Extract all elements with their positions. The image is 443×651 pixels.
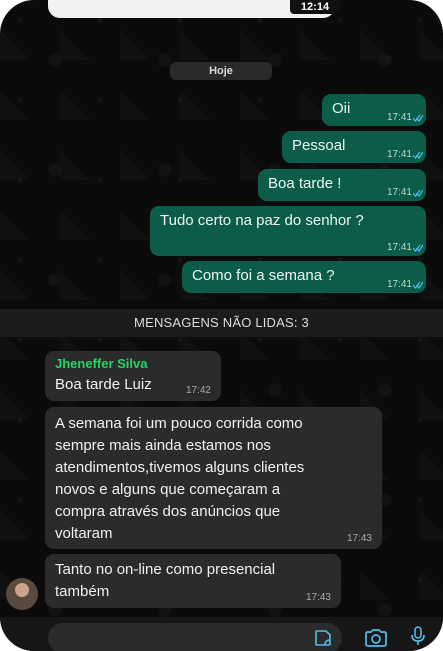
- message-time: 17:41: [386, 242, 412, 253]
- microphone-icon[interactable]: [410, 626, 426, 646]
- avatar[interactable]: [6, 578, 38, 610]
- sticker-icon[interactable]: [314, 629, 332, 647]
- message-text: Tudo certo na paz do senhor ?: [160, 212, 364, 229]
- double-check-icon: [413, 189, 423, 197]
- double-check-icon: [413, 281, 423, 289]
- sender-name: Jheneffer Silva: [55, 356, 148, 371]
- message-line: voltaram: [55, 525, 113, 542]
- incoming-message[interactable]: A semana foi um pouco corrida como sempr…: [45, 407, 382, 549]
- message-time: 17:43: [305, 592, 331, 603]
- message-line: atendimentos,tivemos alguns clientes: [55, 459, 305, 476]
- message-time: 17:41: [386, 187, 412, 198]
- double-check-icon: [413, 244, 423, 252]
- message-text: Pessoal: [292, 137, 346, 154]
- double-check-icon: [413, 114, 423, 122]
- message-line: novos e alguns que começaram a: [55, 481, 281, 498]
- message-text: Tanto no on-line como presencial também: [55, 559, 275, 603]
- message-text: Boa tarde Luiz: [55, 376, 152, 393]
- message-line: também: [55, 583, 110, 600]
- incoming-message[interactable]: Tanto no on-line como presencial também …: [45, 554, 341, 608]
- message-line: A semana foi um pouco corrida como: [55, 415, 303, 432]
- message-text: Boa tarde !: [268, 175, 342, 192]
- camera-icon[interactable]: [364, 628, 388, 648]
- message-time: 17:41: [386, 279, 412, 290]
- outgoing-message[interactable]: Como foi a semana ? 17:41: [182, 261, 426, 293]
- message-input[interactable]: [48, 623, 342, 651]
- outgoing-message[interactable]: Tudo certo na paz do senhor ? 17:41: [150, 206, 426, 256]
- incoming-message[interactable]: Jheneffer Silva Boa tarde Luiz 17:42: [45, 351, 221, 401]
- message-line: compra através dos anúncios que: [55, 503, 281, 520]
- outgoing-message[interactable]: Oii 17:41: [322, 94, 426, 126]
- date-divider: Hoje: [170, 62, 272, 80]
- outgoing-message[interactable]: Pessoal 17:41: [282, 131, 426, 163]
- message-time: 17:41: [386, 149, 412, 160]
- chat-screen: 12:14 Hoje Oii 17:41 Pessoal 17:41 Boa t…: [0, 0, 443, 651]
- unread-divider: MENSAGENS NÃO LIDAS: 3: [0, 309, 443, 337]
- message-line: Tanto no on-line como presencial: [55, 561, 276, 578]
- status-time: 12:14: [290, 0, 340, 14]
- message-time: 17:43: [346, 533, 372, 544]
- message-text: Como foi a semana ?: [192, 267, 335, 284]
- message-text: Oii: [332, 100, 351, 117]
- message-text: A semana foi um pouco corrida como sempr…: [55, 413, 304, 545]
- outgoing-message[interactable]: Boa tarde ! 17:41: [258, 169, 426, 201]
- message-time: 17:41: [386, 112, 412, 123]
- message-time: 17:42: [185, 385, 211, 396]
- message-line: sempre mais ainda estamos nos: [55, 437, 271, 454]
- double-check-icon: [413, 151, 423, 159]
